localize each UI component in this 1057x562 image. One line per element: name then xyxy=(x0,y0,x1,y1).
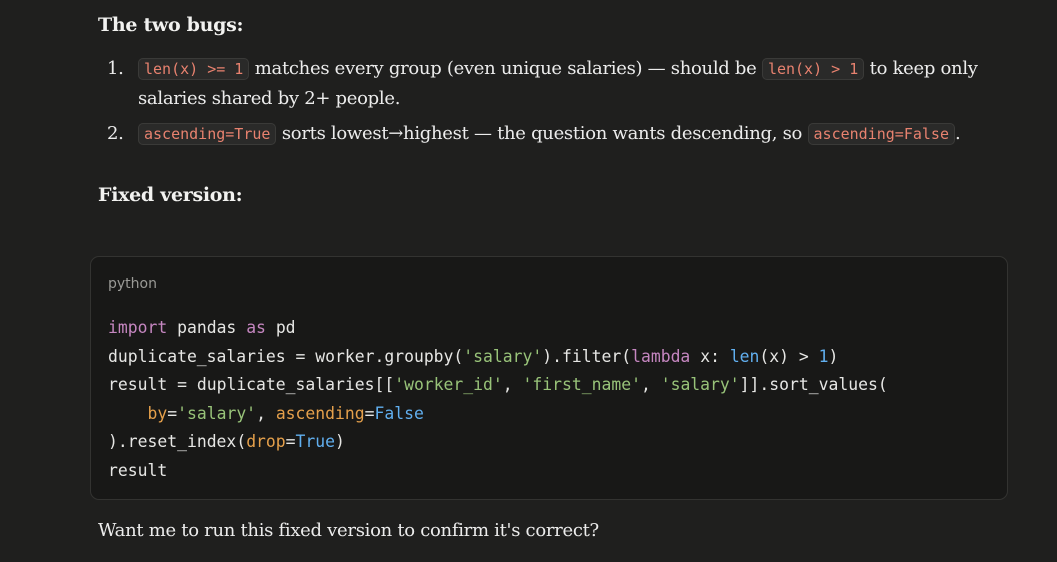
list-number: 1. xyxy=(107,58,124,79)
code-language-label: python xyxy=(108,276,157,292)
list-text: matches every group (even unique salarie… xyxy=(249,58,762,79)
inline-code: ascending=True xyxy=(138,123,277,145)
fixed-version-heading: Fixed version: xyxy=(98,184,243,206)
code-line: duplicate_salaries = worker.groupby('sal… xyxy=(108,346,839,366)
inline-code: len(x) >= 1 xyxy=(138,58,250,80)
code-line: result = duplicate_salaries[['worker_id'… xyxy=(108,375,888,395)
list-item: 1. len(x) >= 1 matches every group (even… xyxy=(98,54,1008,114)
list-text: sorts lowest→highest — the question want… xyxy=(276,123,808,144)
code-line: by='salary', ascending=False xyxy=(147,403,424,423)
inline-code: len(x) > 1 xyxy=(761,58,865,80)
list-text: . xyxy=(954,123,961,144)
code-content[interactable]: import pandas as pd duplicate_salaries =… xyxy=(108,314,888,486)
bugs-heading: The two bugs: xyxy=(98,14,244,36)
followup-question: Want me to run this fixed version to con… xyxy=(98,520,599,541)
list-number: 2. xyxy=(107,123,124,144)
inline-code: ascending=False xyxy=(807,123,955,145)
message-content: The two bugs: 1. len(x) >= 1 matches eve… xyxy=(98,10,1008,210)
code-line: ).reset_index(drop=True) xyxy=(108,432,345,452)
code-line: result xyxy=(108,460,168,480)
code-block[interactable]: python import pandas as pd duplicate_sal… xyxy=(90,256,1008,500)
list-item: 2. ascending=True sorts lowest→highest —… xyxy=(98,119,1008,149)
code-line: import pandas as pd xyxy=(108,318,296,337)
bugs-list: 1. len(x) >= 1 matches every group (even… xyxy=(98,54,1008,149)
